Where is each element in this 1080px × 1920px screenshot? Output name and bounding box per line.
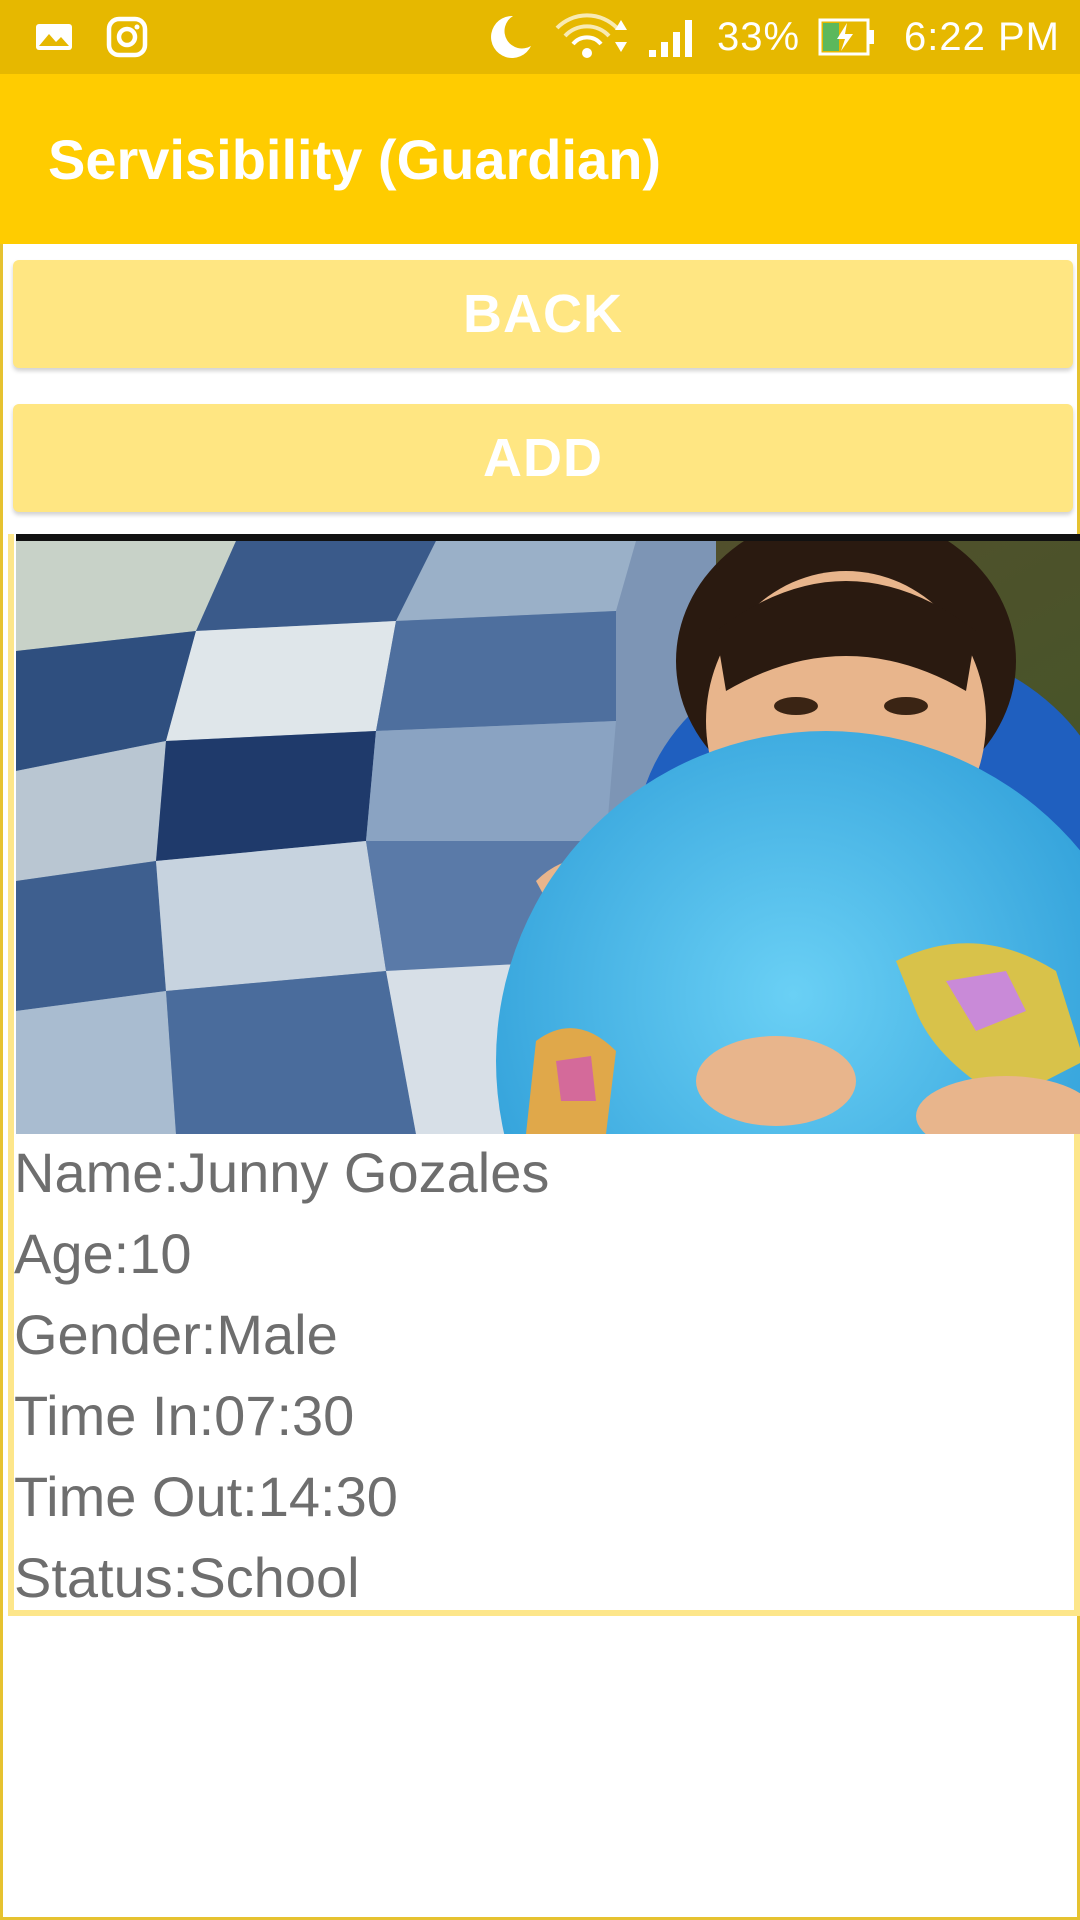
content-frame: BACK ADD Name:Junny Gozales Age:10 Gende… xyxy=(0,244,1080,1920)
signal-icon xyxy=(647,16,699,58)
status-left-icons xyxy=(34,16,148,58)
app-title: Servisibility (Guardian) xyxy=(48,127,662,191)
instagram-icon xyxy=(106,16,148,58)
wifi-icon xyxy=(553,12,629,62)
clock: 6:22 PM xyxy=(904,14,1060,59)
battery-percentage: 33% xyxy=(716,14,801,59)
back-button[interactable]: BACK xyxy=(13,260,1073,368)
battery-charging-icon xyxy=(818,17,876,57)
child-card[interactable]: Name:Junny Gozales Age:10 Gender:Male Ti… xyxy=(8,534,1080,1616)
moon-icon xyxy=(485,12,535,62)
child-time-in: Time In:07:30 xyxy=(14,1384,355,1447)
child-gender: Gender:Male xyxy=(14,1303,338,1366)
status-right-icons: 33% 6:22 PM xyxy=(485,12,1060,62)
add-button[interactable]: ADD xyxy=(13,404,1073,512)
child-info: Name:Junny Gozales Age:10 Gender:Male Ti… xyxy=(14,1132,1074,1618)
child-time-out: Time Out:14:30 xyxy=(14,1465,398,1528)
child-name: Name:Junny Gozales xyxy=(14,1141,550,1204)
app-bar: Servisibility (Guardian) xyxy=(0,74,1080,244)
child-photo xyxy=(16,534,1080,1134)
child-age: Age:10 xyxy=(14,1222,192,1285)
gallery-icon xyxy=(34,21,74,53)
status-bar: 33% 6:22 PM xyxy=(0,0,1080,74)
child-status: Status:School xyxy=(14,1546,360,1609)
